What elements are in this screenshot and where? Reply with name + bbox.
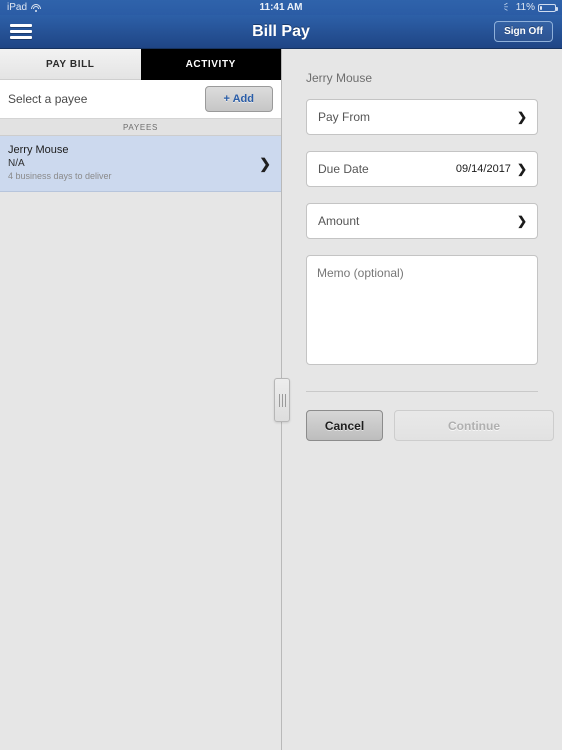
page-title: Bill Pay <box>252 22 310 40</box>
tab-activity[interactable]: ACTIVITY <box>140 49 281 80</box>
left-pane: PAY BILL ACTIVITY Select a payee + Add P… <box>0 49 281 750</box>
chevron-right-icon: ❯ <box>516 110 527 124</box>
battery-icon <box>538 3 558 12</box>
form-payee-title: Jerry Mouse <box>306 71 373 85</box>
cancel-button[interactable]: Cancel <box>306 410 383 441</box>
select-payee-label: Select a payee <box>8 92 88 106</box>
form-divider <box>306 391 538 392</box>
chevron-right-icon: ❯ <box>516 214 527 228</box>
due-date-field[interactable]: Due Date 09/14/2017 ❯ <box>306 151 538 187</box>
hamburger-menu-icon[interactable] <box>8 22 34 42</box>
right-pane: Jerry Mouse Pay From ❯ Due Date 09/14/20… <box>281 49 562 750</box>
payees-section-header: PAYEES <box>0 119 281 136</box>
tab-pay-bill[interactable]: PAY BILL <box>0 49 141 80</box>
memo-placeholder: Memo (optional) <box>317 266 404 280</box>
payee-name: Jerry Mouse <box>8 144 69 156</box>
split-view-drag-handle[interactable] <box>274 378 290 422</box>
bluetooth-icon: 🗧 <box>503 2 513 12</box>
navigation-bar: Bill Pay Sign Off <box>0 15 562 49</box>
amount-label: Amount <box>318 214 360 228</box>
chevron-right-icon: ❯ <box>259 155 271 171</box>
pay-from-label: Pay From <box>318 110 371 124</box>
pay-from-field[interactable]: Pay From ❯ <box>306 99 538 135</box>
status-bar-clock: 11:41 AM <box>259 2 303 13</box>
list-item[interactable]: Jerry Mouse N/A 4 business days to deliv… <box>0 136 281 192</box>
status-bar: iPad 11:41 AM 🗧 11% <box>0 0 562 15</box>
tab-activity-label: ACTIVITY <box>185 59 236 70</box>
continue-button: Continue <box>394 410 554 441</box>
memo-input[interactable]: Memo (optional) <box>306 255 538 365</box>
payee-account: N/A <box>8 158 25 169</box>
due-date-value: 09/14/2017 <box>455 163 511 175</box>
status-bar-right: 🗧 11% <box>503 2 558 13</box>
select-payee-bar: Select a payee + Add <box>0 80 281 119</box>
add-payee-button[interactable]: + Add <box>204 86 273 112</box>
form-actions: Cancel Continue <box>306 410 554 441</box>
tab-pay-bill-label: PAY BILL <box>45 58 95 70</box>
sign-off-button[interactable]: Sign Off <box>494 21 553 42</box>
due-date-label: Due Date <box>318 162 369 176</box>
battery-percent-label: 11% <box>515 2 535 13</box>
tab-bar: PAY BILL ACTIVITY <box>0 49 281 80</box>
payee-delivery-note: 4 business days to deliver <box>8 171 112 181</box>
bill-pay-form: Jerry Mouse Pay From ❯ Due Date 09/14/20… <box>282 49 562 441</box>
chevron-right-icon: ❯ <box>516 162 527 176</box>
amount-field[interactable]: Amount ❯ <box>306 203 538 239</box>
